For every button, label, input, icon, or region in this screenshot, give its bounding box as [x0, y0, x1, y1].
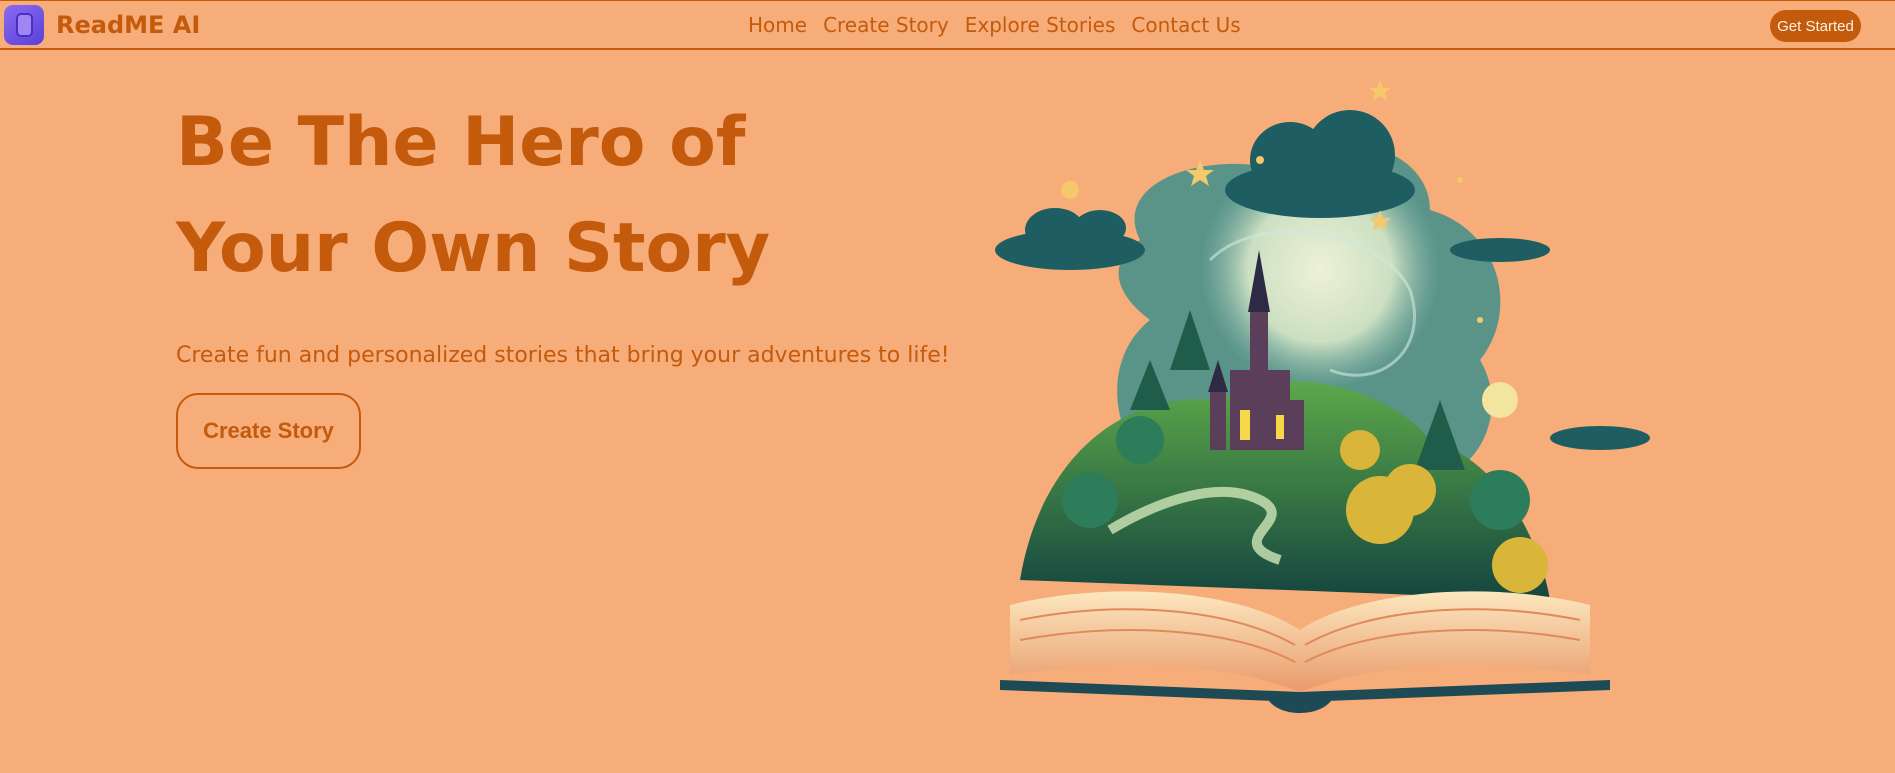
- nav-link-create-story[interactable]: Create Story: [823, 13, 949, 37]
- get-started-button[interactable]: Get Started: [1770, 10, 1861, 42]
- nav-links: Home Create Story Explore Stories Contac…: [748, 13, 1241, 37]
- cloud-icon: [1225, 110, 1415, 218]
- navbar: ReadME AI Home Create Story Explore Stor…: [0, 0, 1895, 50]
- app-logo-icon[interactable]: [4, 5, 44, 45]
- nav-link-explore-stories[interactable]: Explore Stories: [965, 13, 1116, 37]
- hero-subtitle: Create fun and personalized stories that…: [176, 343, 950, 368]
- storybook-illustration: [995, 80, 1650, 713]
- nav-link-contact-us[interactable]: Contact Us: [1131, 13, 1240, 37]
- hero-title: Be The Hero of Your Own Story: [176, 103, 771, 288]
- nav-link-home[interactable]: Home: [748, 13, 807, 37]
- create-story-button[interactable]: Create Story: [176, 393, 361, 469]
- brand-name[interactable]: ReadME AI: [56, 11, 200, 39]
